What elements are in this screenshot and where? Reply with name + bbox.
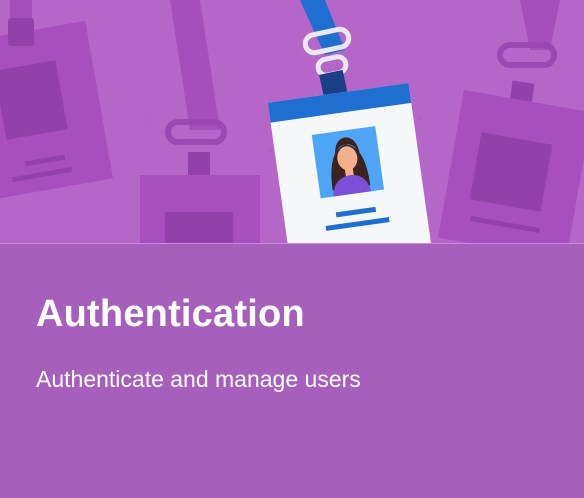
header-illustration <box>0 0 584 244</box>
card-subtitle: Authenticate and manage users <box>36 366 361 392</box>
id-badge <box>267 83 434 244</box>
card-title: Authentication <box>36 293 305 335</box>
user-avatar-icon <box>311 126 385 199</box>
feature-card[interactable]: Authentication Authenticate and manage u… <box>0 0 584 498</box>
